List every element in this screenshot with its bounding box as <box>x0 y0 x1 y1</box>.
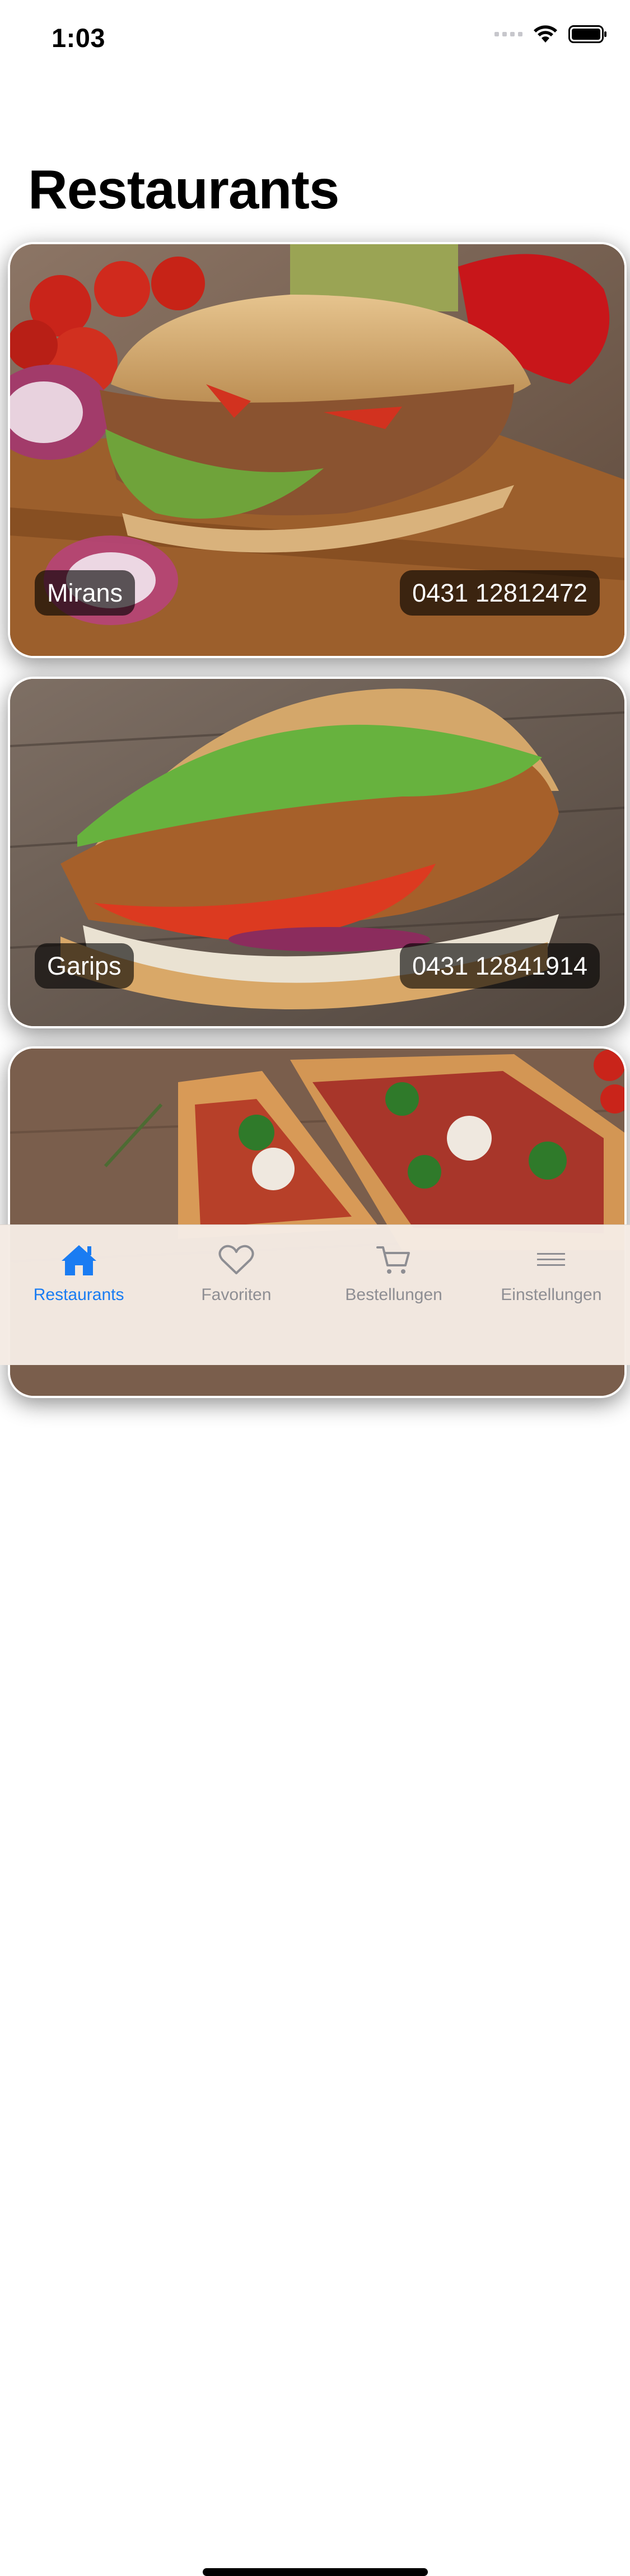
restaurant-phone[interactable]: 0431 12812472 <box>400 570 600 616</box>
cart-icon <box>376 1246 410 1274</box>
tab-label: Favoriten <box>201 1285 272 1304</box>
restaurant-card[interactable]: Garips 0431 12841914 <box>8 677 627 1028</box>
status-time: 1:03 <box>52 23 106 53</box>
wifi-icon <box>534 25 557 43</box>
tab-label: Restaurants <box>33 1285 124 1304</box>
menu-icon <box>537 1253 566 1266</box>
restaurant-card[interactable]: Mirans 0431 12812472 <box>8 242 627 658</box>
restaurant-phone[interactable]: 0431 12841914 <box>400 943 600 989</box>
tab-bar: Restaurants Favoriten Bestellungen Einst… <box>0 1224 630 2576</box>
tab-label: Einstellungen <box>501 1285 602 1304</box>
restaurant-name: Mirans <box>35 570 136 616</box>
tab-favoriten[interactable]: Favoriten <box>157 1225 315 1365</box>
home-indicator[interactable] <box>203 2568 428 2576</box>
tab-einstellungen[interactable]: Einstellungen <box>473 1225 630 1365</box>
status-bar: 1:03 <box>0 0 630 76</box>
status-icons <box>494 25 608 44</box>
tab-restaurants[interactable]: Restaurants <box>0 1225 157 1365</box>
house-icon <box>61 1245 96 1275</box>
heart-icon <box>218 1245 254 1274</box>
tab-label: Bestellungen <box>345 1285 442 1304</box>
page-title: Restaurants <box>28 159 339 220</box>
cellular-signal-icon <box>494 32 522 36</box>
restaurant-name: Garips <box>35 943 134 989</box>
tab-bestellungen[interactable]: Bestellungen <box>315 1225 473 1365</box>
battery-icon <box>568 25 606 43</box>
